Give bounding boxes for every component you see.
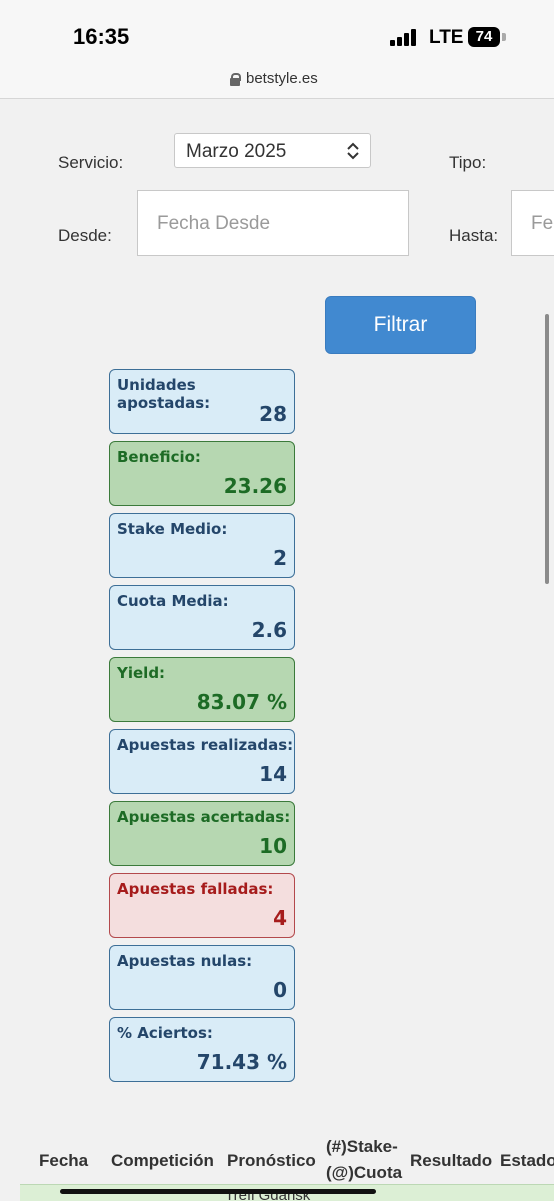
fecha-desde-input[interactable]: Fecha Desde [137, 190, 409, 256]
servicio-select[interactable]: Marzo 2025 [174, 133, 371, 168]
stat-label: % Aciertos: [117, 1024, 213, 1042]
header-estado[interactable]: Estado [500, 1151, 554, 1171]
url-text[interactable]: betstyle.es [246, 70, 318, 87]
hasta-label: Hasta: [449, 226, 499, 245]
status-time: 16:35 [73, 24, 130, 49]
stat-label: Beneficio: [117, 448, 201, 466]
stat-value: 0 [273, 978, 287, 1002]
stat-card-stake-medio: Stake Medio: 2 [109, 513, 295, 578]
status-bar: 16:35 LTE 74 [0, 0, 554, 60]
stat-label: Yield: [117, 664, 166, 682]
signal-icon [390, 29, 420, 46]
header-stake[interactable]: (#)Stake- [326, 1137, 398, 1157]
stat-card-apuestas-acertadas: Apuestas acertadas: 10 [109, 801, 295, 866]
stat-label: Stake Medio: [117, 520, 228, 538]
header-cuota[interactable]: (@)Cuota [326, 1163, 402, 1183]
stat-card-beneficio: Beneficio: 23.26 [109, 441, 295, 506]
address-bar[interactable]: betstyle.es [0, 60, 554, 99]
header-competicion[interactable]: Competición [111, 1151, 214, 1171]
stat-label: Apuestas realizadas: [117, 736, 294, 754]
stat-card-porcentaje-aciertos: % Aciertos: 71.43 % [109, 1017, 295, 1082]
network-type: LTE [429, 27, 464, 48]
desde-label: Desde: [58, 226, 112, 245]
lock-icon [230, 73, 241, 86]
battery-tip [502, 33, 506, 41]
stat-label: Apuestas falladas: [117, 880, 274, 898]
header-fecha[interactable]: Fecha [39, 1151, 88, 1171]
stat-value: 28 [259, 402, 287, 426]
tipo-label: Tipo: [449, 153, 487, 172]
fecha-hasta-input[interactable]: Fecha Hasta [511, 190, 554, 256]
stat-card-unidades-apostadas: Unidades apostadas: 28 [109, 369, 295, 434]
stat-value: 2 [273, 546, 287, 570]
stat-value: 4 [273, 906, 287, 930]
page-scrollbar[interactable] [545, 314, 549, 584]
servicio-select-value: Marzo 2025 [186, 141, 287, 162]
stat-value: 14 [259, 762, 287, 786]
stat-card-apuestas-realizadas: Apuestas realizadas: 14 [109, 729, 295, 794]
battery-icon: 74 [468, 27, 500, 47]
stat-card-apuestas-falladas: Apuestas falladas: 4 [109, 873, 295, 938]
stat-card-cuota-media: Cuota Media: 2.6 [109, 585, 295, 650]
stat-value: 10 [259, 834, 287, 858]
servicio-label: Servicio: [58, 153, 124, 172]
stat-card-yield: Yield: 83.07 % [109, 657, 295, 722]
stat-value: 2.6 [251, 618, 287, 642]
fecha-desde-placeholder: Fecha Desde [157, 213, 271, 234]
stat-value: 23.26 [223, 474, 287, 498]
stat-value: 83.07 % [196, 690, 287, 714]
stat-label: Apuestas acertadas: [117, 808, 291, 826]
header-pronostico[interactable]: Pronóstico [227, 1151, 316, 1171]
stat-label: Cuota Media: [117, 592, 229, 610]
stat-card-apuestas-nulas: Apuestas nulas: 0 [109, 945, 295, 1010]
home-indicator[interactable] [60, 1189, 376, 1194]
filtrar-button[interactable]: Filtrar [325, 296, 476, 354]
stat-value: 71.43 % [196, 1050, 287, 1074]
fecha-hasta-placeholder: Fecha Hasta [531, 213, 554, 234]
header-resultado[interactable]: Resultado [410, 1151, 492, 1171]
chevron-up-down-icon [347, 142, 359, 160]
stat-label: Apuestas nulas: [117, 952, 253, 970]
